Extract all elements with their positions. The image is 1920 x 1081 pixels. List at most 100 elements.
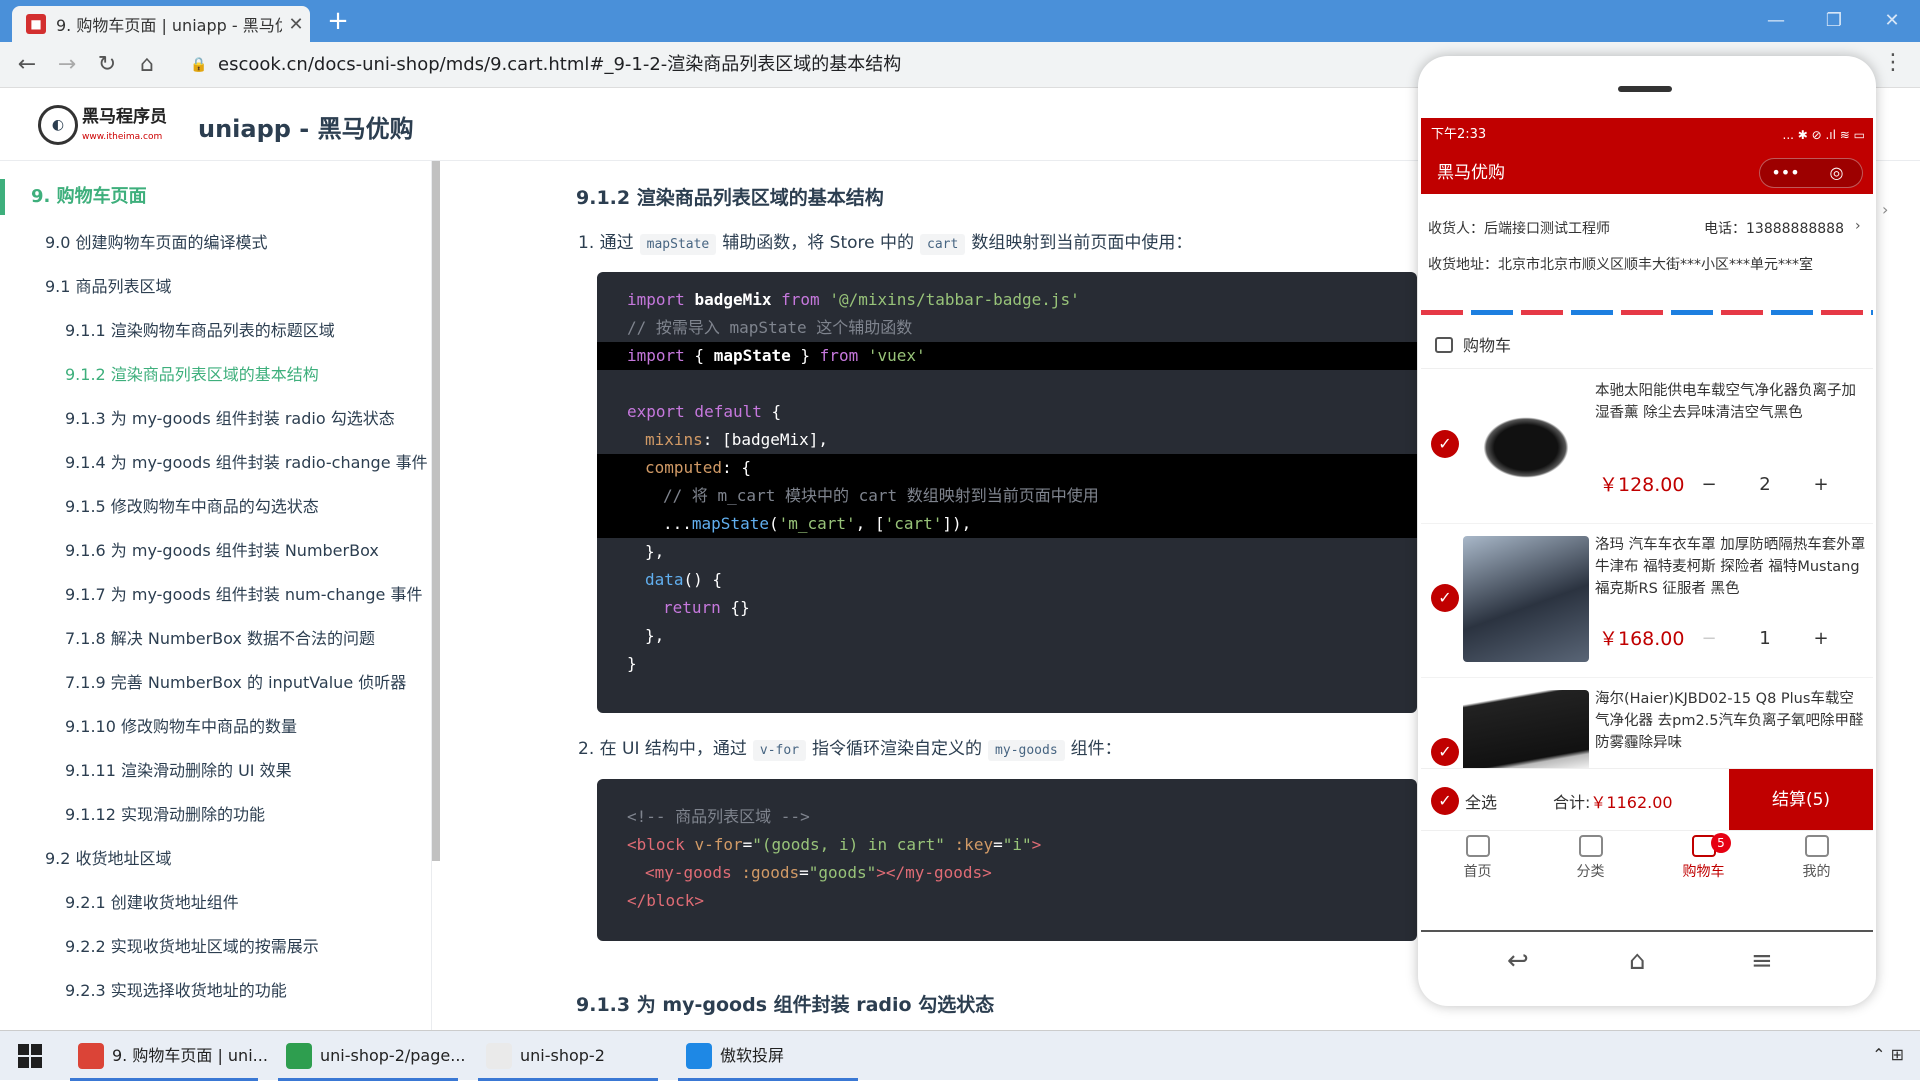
goods-radio[interactable]: ✓ <box>1431 584 1459 612</box>
home-icon[interactable]: ⌂ <box>132 50 162 80</box>
sidebar-item[interactable]: 9.1.5 修改购物车中商品的勾选状态 <box>65 493 319 517</box>
tab-title: 9. 购物车页面 | uniapp - 黑马优 <box>56 16 282 35</box>
goods-image[interactable] <box>1463 536 1589 662</box>
phone-simulator: 下午2:33 ... ✱ ⊘ .ıl ≋ ▭ 黑马优购 ••• ◎ 收货人：后端… <box>1418 56 1876 1006</box>
new-tab-button[interactable]: + <box>322 6 354 38</box>
sidebar-heading[interactable]: 9. 购物车页面 <box>0 179 431 215</box>
cart-title-bar: 购物车 <box>1421 323 1873 369</box>
quantity-value[interactable]: 2 <box>1745 468 1785 502</box>
sidebar-item[interactable]: 7.1.9 完善 NumberBox 的 inputValue 侦听器 <box>65 669 406 693</box>
mini-program-capsule: ••• ◎ <box>1759 158 1863 188</box>
sidebar-item[interactable]: 9.1.3 为 my-goods 组件封装 radio 勾选状态 <box>65 405 395 429</box>
android-softkeys: ↩ ⌂ ≡ <box>1421 930 1873 990</box>
windows-start-icon[interactable] <box>18 1044 42 1068</box>
taskbar-chrome-icon <box>78 1043 104 1069</box>
plus-button[interactable]: + <box>1801 468 1841 502</box>
taskbar-screencast[interactable]: 傲软投屏 <box>678 1031 858 1081</box>
receiver-address[interactable]: 收货地址：北京市北京市顺义区顺丰大街***小区***单元***室 <box>1428 254 1813 274</box>
browser-menu-icon[interactable]: ⋮ <box>1882 50 1904 75</box>
cart-goods-item[interactable]: ✓ 本驰太阳能供电车载空气净化器负离子加湿香薰 除尘去异味清洁空气黑色 ￥128.0… <box>1421 370 1873 524</box>
back-icon[interactable]: ← <box>12 50 42 80</box>
sidebar-item[interactable]: 9.2.3 实现选择收货地址的功能 <box>65 977 287 1001</box>
code-block-js: import badgeMix from '@/mixins/tabbar-ba… <box>597 272 1417 713</box>
taskbar-devtools[interactable]: uni-shop-2 <box>478 1031 658 1081</box>
close-window-icon[interactable]: ✕ <box>1872 6 1912 36</box>
sidebar-item[interactable]: 9.1.7 为 my-goods 组件封装 num-change 事件 <box>65 581 422 605</box>
forward-icon[interactable]: → <box>52 50 82 80</box>
logo-text: 黑马程序员 <box>82 106 167 127</box>
taskbar-screencast-icon <box>686 1043 712 1069</box>
quantity-value[interactable]: 1 <box>1745 622 1785 656</box>
sidebar-item[interactable]: 7.1.8 解决 NumberBox 数据不合法的问题 <box>65 625 375 649</box>
sidebar-item[interactable]: 9.1.2 渲染商品列表区域的基本结构 <box>65 361 319 385</box>
tab-category[interactable]: 分类 <box>1534 835 1647 881</box>
sidebar-item[interactable]: 9.1.1 渲染购物车商品列表的标题区域 <box>65 317 335 341</box>
reload-icon[interactable]: ↻ <box>92 50 122 80</box>
goods-name: 本驰太阳能供电车载空气净化器负离子加湿香薰 除尘去异味清洁空气黑色 <box>1595 383 1856 421</box>
maximize-icon[interactable]: ❐ <box>1814 6 1854 36</box>
goods-radio[interactable]: ✓ <box>1431 430 1459 458</box>
taskbar-chrome[interactable]: 9. 购物车页面 | uni... <box>70 1031 268 1081</box>
android-back-icon[interactable]: ↩ <box>1507 946 1529 976</box>
section-heading: 9.1.2 渲染商品列表区域的基本结构 <box>576 187 884 209</box>
sidebar-item[interactable]: 9.2.2 实现收货地址区域的按需展示 <box>65 933 319 957</box>
minus-button[interactable]: − <box>1689 468 1729 502</box>
logo-subtext: www.itheima.com <box>82 131 163 142</box>
lock-icon: 🔒 <box>190 57 208 73</box>
status-bar: 下午2:33 ... ✱ ⊘ .ıl ≋ ▭ <box>1421 118 1873 152</box>
system-tray-icons[interactable]: ⌃ ⊞ <box>1872 1045 1904 1064</box>
more-icon[interactable]: ••• <box>1760 159 1811 187</box>
sidebar-scrollbar[interactable] <box>432 161 440 861</box>
windows-taskbar: 9. 购物车页面 | uni... uni-shop-2/page... uni-s… <box>0 1030 1920 1081</box>
app-navbar: 黑马优购 ••• ◎ <box>1421 152 1873 194</box>
sidebar-item[interactable]: 9.1.4 为 my-goods 组件封装 radio-change 事件 <box>65 449 428 473</box>
step-2-text: 2. 在 UI 结构中，通过 v-for 指令循环渲染自定义的 my-goods 组件： <box>578 739 1122 761</box>
logo-emblem-icon: ◐ <box>38 105 78 145</box>
step-1-text: 1. 通过 mapState 辅助函数，将 Store 中的 cart 数组映射到当前页… <box>578 233 1193 255</box>
site-logo[interactable]: ◐ 黑马程序员 www.itheima.com <box>38 103 176 147</box>
receiver-name[interactable]: 收货人：后端接口测试工程师 <box>1428 218 1610 238</box>
plus-button[interactable]: + <box>1801 622 1841 656</box>
app-tabbar: 首页 分类 购物车 5 我的 <box>1421 830 1873 890</box>
sidebar-item[interactable]: 9.1.10 修改购物车中商品的数量 <box>65 713 297 737</box>
settle-button[interactable]: 结算(5) <box>1729 769 1873 831</box>
close-tab-icon[interactable]: ✕ <box>282 14 310 35</box>
goods-name: 洛玛 汽车车衣车罩 加厚防晒隔热车套外罩牛津布 福特麦柯斯 探险者 福特Must… <box>1595 537 1866 597</box>
sidebar-item[interactable]: 9.1.11 渲染滑动删除的 UI 效果 <box>65 757 292 781</box>
phone-speaker <box>1618 86 1672 92</box>
close-circle-icon[interactable]: ◎ <box>1811 159 1862 187</box>
select-all-label[interactable]: 全选 <box>1465 789 1497 813</box>
tab-my[interactable]: 我的 <box>1760 835 1873 881</box>
select-all-radio[interactable]: ✓ <box>1431 787 1459 815</box>
browser-tab-strip: ■ 9. 购物车页面 | uniapp - 黑马优 ✕ + — ❐ ✕ <box>0 0 1920 42</box>
goods-radio[interactable]: ✓ <box>1431 738 1459 766</box>
site-title[interactable]: uniapp - 黑马优购 <box>198 109 414 144</box>
settle-bar: ✓ 全选 合计:￥1162.00 结算(5) <box>1421 768 1873 831</box>
number-box: −1 + <box>1689 622 1841 656</box>
receiver-phone[interactable]: 电话：13888888888 <box>1704 218 1844 238</box>
sidebar-item[interactable]: 9.2.1 创建收货地址组件 <box>65 889 239 913</box>
chevron-right-icon[interactable]: › <box>1855 218 1861 234</box>
taskbar-hbuilder[interactable]: uni-shop-2/page... <box>278 1031 465 1081</box>
taskbar-devtools-icon <box>486 1043 512 1069</box>
tab-cart[interactable]: 购物车 5 <box>1647 833 1760 881</box>
sidebar-item[interactable]: 9.0 创建购物车页面的编译模式 <box>45 229 268 253</box>
sidebar-item[interactable]: 9.1.12 实现滑动删除的功能 <box>65 801 265 825</box>
goods-price: ￥128.00 <box>1599 474 1685 496</box>
status-time: 下午2:33 <box>1431 127 1487 142</box>
android-home-icon[interactable]: ⌂ <box>1629 946 1646 976</box>
minimize-icon[interactable]: — <box>1756 6 1796 36</box>
browser-tab[interactable]: ■ 9. 购物车页面 | uniapp - 黑马优 ✕ <box>12 6 310 42</box>
tab-home[interactable]: 首页 <box>1421 835 1534 881</box>
sidebar-item[interactable]: 9.1.6 为 my-goods 组件封装 NumberBox <box>65 537 379 561</box>
sidebar-item[interactable]: 9.1 商品列表区域 <box>45 273 172 297</box>
sidebar-item[interactable]: 9.2 收货地址区域 <box>45 845 172 869</box>
cart-goods-item[interactable]: ✓ 洛玛 汽车车衣车罩 加厚防晒隔热车套外罩牛津布 福特麦柯斯 探险者 福特Mus… <box>1421 524 1873 678</box>
goods-image[interactable] <box>1463 382 1589 508</box>
docs-sidebar: 9. 购物车页面 9.0 创建购物车页面的编译模式 9.1 商品列表区域 9.1.1… <box>0 161 432 1030</box>
collapse-panel-icon[interactable]: › <box>1882 200 1888 219</box>
address-border-stripe <box>1421 310 1873 315</box>
android-menu-icon[interactable]: ≡ <box>1751 946 1773 976</box>
minus-button[interactable]: − <box>1689 622 1729 656</box>
goods-price: ￥168.00 <box>1599 628 1685 650</box>
